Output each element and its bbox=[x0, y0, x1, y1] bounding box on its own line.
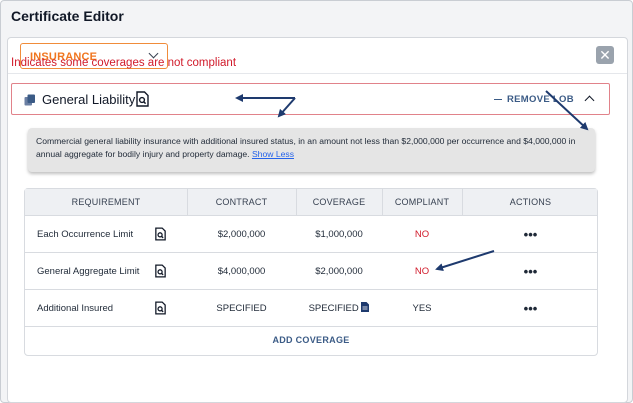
document-search-icon[interactable] bbox=[155, 227, 166, 246]
close-button[interactable]: ✕ bbox=[596, 46, 614, 64]
header-contract: CONTRACT bbox=[215, 197, 268, 207]
show-less-link[interactable]: Show Less bbox=[252, 149, 294, 159]
coverage-value: SPECIFIED bbox=[308, 303, 359, 314]
row-actions-menu[interactable]: ••• bbox=[462, 253, 599, 290]
row-actions-menu[interactable]: ••• bbox=[462, 216, 599, 253]
row-actions-menu[interactable]: ••• bbox=[462, 290, 599, 327]
lob-title: General Liability bbox=[42, 92, 136, 107]
contract-cell: $4,000,000 bbox=[217, 266, 266, 277]
copy-icon bbox=[24, 93, 36, 111]
contract-cell: $2,000,000 bbox=[217, 229, 266, 240]
lob-description: Commercial general liability insurance w… bbox=[28, 128, 595, 172]
add-coverage-button[interactable]: ADD COVERAGE bbox=[25, 335, 597, 345]
contract-cell: SPECIFIED bbox=[216, 303, 267, 314]
header-coverage: COVERAGE bbox=[312, 197, 366, 207]
requirement-cell: Each Occurrence Limit bbox=[37, 229, 134, 240]
coverage-cell: $1,000,000 bbox=[315, 229, 363, 240]
chevron-up-icon[interactable] bbox=[584, 95, 595, 106]
header-requirement: REQUIREMENT bbox=[71, 197, 141, 207]
compliant-cell: YES bbox=[412, 303, 432, 314]
general-liability-lob-header[interactable]: General Liability REMOVE LOB bbox=[11, 83, 610, 115]
compliant-cell: NO bbox=[414, 229, 430, 240]
document-search-icon[interactable] bbox=[136, 91, 149, 112]
table-header: REQUIREMENT CONTRACT COVERAGE COMPLIANT … bbox=[25, 189, 597, 216]
table-row: Additional Insured SPECIFIED SPECIFIED Y… bbox=[25, 290, 597, 327]
document-search-icon[interactable] bbox=[155, 301, 166, 320]
requirement-cell: Additional Insured bbox=[37, 303, 114, 314]
page-title: Certificate Editor bbox=[11, 8, 124, 24]
description-text: Commercial general liability insurance w… bbox=[36, 136, 576, 159]
table-row: Each Occurrence Limit $2,000,000 $1,000,… bbox=[25, 216, 597, 253]
compliant-cell: NO bbox=[414, 266, 430, 277]
certificate-editor-window: Certificate Editor INSURANCE ✕ Indicates… bbox=[0, 0, 633, 403]
header-compliant: COMPLIANT bbox=[394, 197, 450, 207]
coverage-cell: $2,000,000 bbox=[315, 266, 363, 277]
header-actions: ACTIONS bbox=[509, 197, 552, 207]
requirement-cell: General Aggregate Limit bbox=[37, 266, 140, 277]
minus-icon bbox=[494, 98, 502, 101]
noncompliance-warning: Indicates some coverages are not complia… bbox=[11, 57, 237, 69]
coverage-cell: SPECIFIED bbox=[296, 290, 382, 327]
document-search-icon[interactable] bbox=[155, 264, 166, 283]
table-row: General Aggregate Limit $4,000,000 $2,00… bbox=[25, 253, 597, 290]
remove-lob-button[interactable]: REMOVE LOB bbox=[494, 94, 574, 105]
remove-lob-label: REMOVE LOB bbox=[507, 94, 574, 105]
coverage-table: REQUIREMENT CONTRACT COVERAGE COMPLIANT … bbox=[24, 188, 598, 356]
file-icon[interactable] bbox=[361, 302, 370, 314]
